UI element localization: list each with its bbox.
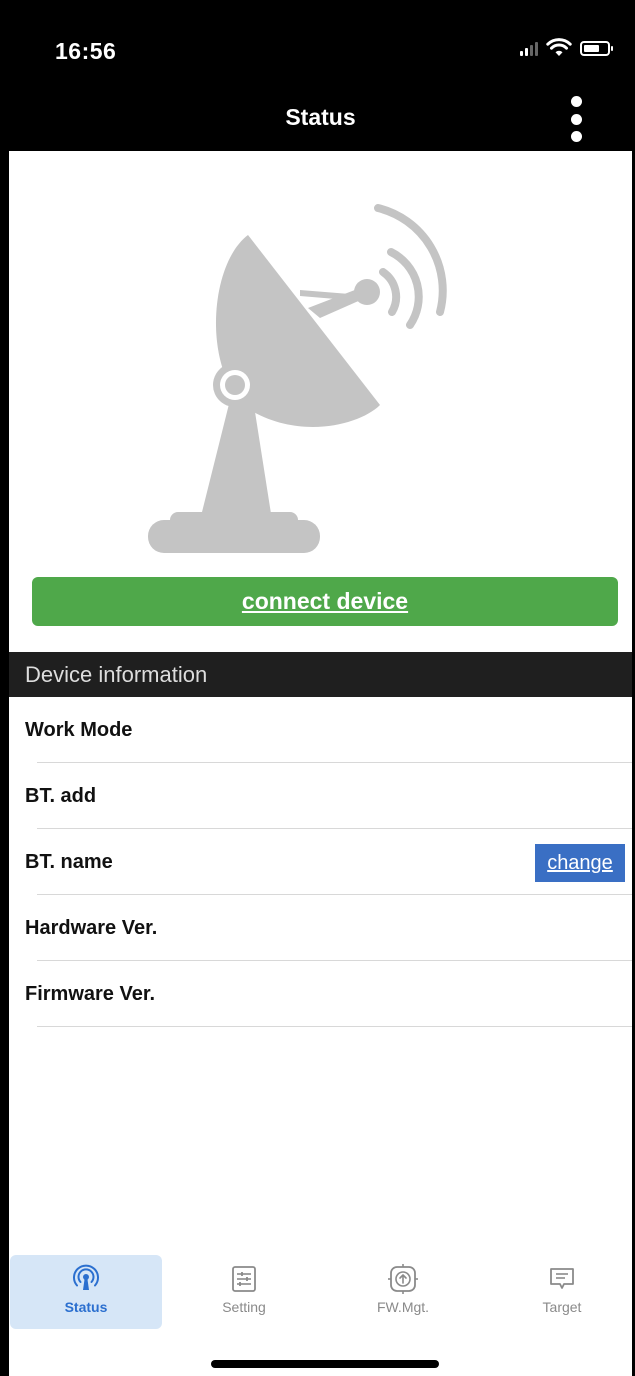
wifi-icon xyxy=(546,38,572,56)
tab-label: Setting xyxy=(222,1299,266,1315)
status-bar-time: 16:56 xyxy=(55,38,117,64)
sliders-icon xyxy=(232,1266,256,1292)
device-frame-top xyxy=(0,0,635,8)
tab-fw-mgt[interactable]: FW.Mgt. xyxy=(327,1255,479,1329)
info-row-hardware-version: Hardware Ver. xyxy=(9,895,632,961)
info-label: BT. add xyxy=(25,784,97,807)
info-row-bt-name: BT. name change xyxy=(9,829,632,895)
bottom-tab-bar: Status Setting FW.Mgt. Target xyxy=(9,1255,632,1331)
info-row-bt-address: BT. add xyxy=(9,763,632,829)
connect-device-button[interactable]: connect device xyxy=(32,577,618,626)
info-label: Hardware Ver. xyxy=(25,916,158,939)
tab-target[interactable]: Target xyxy=(486,1255,635,1329)
info-label: Firmware Ver. xyxy=(25,982,156,1005)
status-bar-icons xyxy=(520,38,613,58)
row-divider xyxy=(37,1026,632,1027)
header: 16:56 Status xyxy=(9,8,632,151)
info-row-work-mode: Work Mode xyxy=(9,697,632,763)
tab-label: Status xyxy=(64,1299,108,1315)
change-bt-name-button[interactable]: change xyxy=(535,844,625,882)
tab-label: FW.Mgt. xyxy=(376,1299,430,1315)
more-options-button[interactable] xyxy=(565,96,587,142)
broadcast-icon xyxy=(73,1264,99,1290)
device-information-header: Device information xyxy=(9,652,632,697)
tab-status[interactable]: Status xyxy=(10,1255,162,1329)
cellular-signal-icon xyxy=(520,40,538,56)
device-info-list: Work Mode BT. add BT. name change Hardwa… xyxy=(9,697,632,1027)
message-icon xyxy=(550,1268,574,1289)
info-label: BT. name xyxy=(25,850,113,873)
battery-icon xyxy=(580,40,613,56)
info-row-firmware-version: Firmware Ver. xyxy=(9,961,632,1027)
firmware-upload-icon xyxy=(388,1264,418,1294)
app-screen: 16:56 Status connect device Device infor… xyxy=(0,0,635,1376)
device-frame-left xyxy=(0,0,9,1376)
page-title: Status xyxy=(285,104,356,130)
tab-label: Target xyxy=(542,1299,582,1315)
info-label: Work Mode xyxy=(25,718,133,741)
tab-setting[interactable]: Setting xyxy=(168,1255,320,1329)
home-indicator[interactable] xyxy=(211,1360,439,1368)
satellite-dish-icon xyxy=(148,204,447,553)
